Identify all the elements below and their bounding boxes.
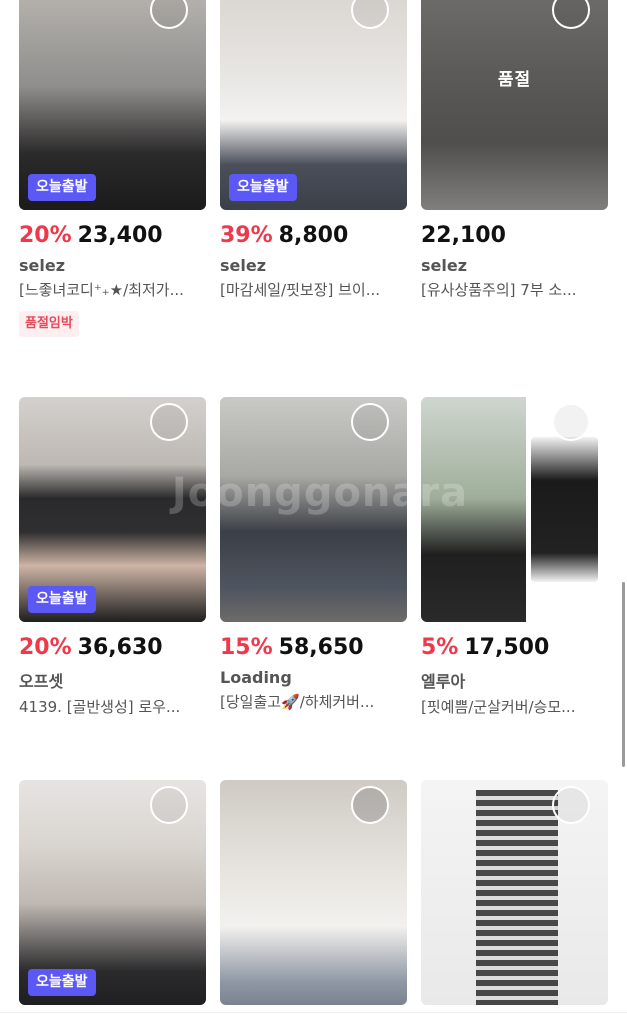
almost-soldout-tag: 품절임박 (19, 311, 79, 337)
product-title[interactable]: [유사상품주의] 7부 소... (421, 279, 606, 300)
product-image[interactable]: 오늘출발 (220, 0, 407, 210)
price: 8,800 (278, 223, 349, 248)
divider (0, 1012, 627, 1013)
discount-rate: 20% (19, 635, 72, 660)
product-image[interactable]: 오늘출발 (19, 780, 206, 1005)
product-title[interactable]: [마감세일/핏보장] 브이... (220, 279, 405, 300)
product-card[interactable] (421, 780, 608, 1005)
product-title[interactable]: [당일출고🚀/하체커버... (220, 691, 405, 712)
product-card[interactable]: 오늘출발 20% 23,400 selez [느좋녀코디⁺₊★/최저가... 품절… (19, 0, 206, 337)
select-circle-icon[interactable] (552, 403, 590, 441)
today-ship-badge: 오늘출발 (28, 586, 96, 613)
product-grid: 오늘출발 20% 23,400 selez [느좋녀코디⁺₊★/최저가... 품절… (0, 0, 627, 1024)
price: 17,500 (464, 635, 550, 660)
discount-rate: 15% (220, 635, 273, 660)
brand-name[interactable]: selez (421, 256, 608, 275)
product-image[interactable] (421, 397, 608, 622)
today-ship-badge: 오늘출발 (28, 174, 96, 201)
product-image[interactable] (220, 780, 407, 1005)
price: 23,400 (77, 223, 163, 248)
product-image[interactable]: 오늘출발 (19, 0, 206, 210)
product-title[interactable]: 4139. [골반생성] 로우... (19, 696, 204, 717)
product-card[interactable]: 15% 58,650 Loading [당일출고🚀/하체커버... (220, 397, 407, 712)
scrollbar[interactable] (622, 582, 625, 767)
product-card[interactable] (220, 780, 407, 1005)
select-circle-icon[interactable] (351, 403, 389, 441)
product-card[interactable]: 품절 22,100 selez [유사상품주의] 7부 소... (421, 0, 608, 300)
select-circle-icon[interactable] (351, 786, 389, 824)
select-circle-icon[interactable] (552, 786, 590, 824)
brand-name[interactable]: 엘루아 (421, 668, 608, 692)
brand-name[interactable]: Loading (220, 668, 407, 687)
brand-name[interactable]: 오프셋 (19, 668, 206, 692)
price-row: 39% 8,800 (220, 222, 407, 250)
product-image[interactable] (421, 780, 608, 1005)
product-card[interactable]: 5% 17,500 엘루아 [핏예쁨/군살커버/승모... (421, 397, 608, 717)
product-title[interactable]: [느좋녀코디⁺₊★/최저가... (19, 279, 204, 300)
price-row: 20% 23,400 (19, 222, 206, 250)
discount-rate: 20% (19, 223, 72, 248)
product-image[interactable] (220, 397, 407, 622)
select-circle-icon[interactable] (150, 786, 188, 824)
select-circle-icon[interactable] (150, 403, 188, 441)
soldout-overlay-label: 품절 (497, 70, 532, 90)
product-image[interactable]: 품절 (421, 0, 608, 210)
price-row: 5% 17,500 (421, 634, 608, 662)
price-row: 22,100 (421, 222, 608, 250)
today-ship-badge: 오늘출발 (28, 969, 96, 996)
product-image[interactable]: 오늘출발 (19, 397, 206, 622)
price-row: 20% 36,630 (19, 634, 206, 662)
discount-rate: 39% (220, 223, 273, 248)
brand-name[interactable]: selez (220, 256, 407, 275)
price: 36,630 (77, 635, 163, 660)
product-card[interactable]: 오늘출발 (19, 780, 206, 1005)
discount-rate: 5% (421, 635, 459, 660)
product-card[interactable]: 오늘출발 39% 8,800 selez [마감세일/핏보장] 브이... (220, 0, 407, 300)
price-row: 15% 58,650 (220, 634, 407, 662)
brand-name[interactable]: selez (19, 256, 206, 275)
price: 58,650 (278, 635, 364, 660)
today-ship-badge: 오늘출발 (229, 174, 297, 201)
price: 22,100 (421, 223, 506, 248)
product-card[interactable]: 오늘출발 20% 36,630 오프셋 4139. [골반생성] 로우... (19, 397, 206, 717)
product-title[interactable]: [핏예쁨/군살커버/승모... (421, 696, 606, 717)
